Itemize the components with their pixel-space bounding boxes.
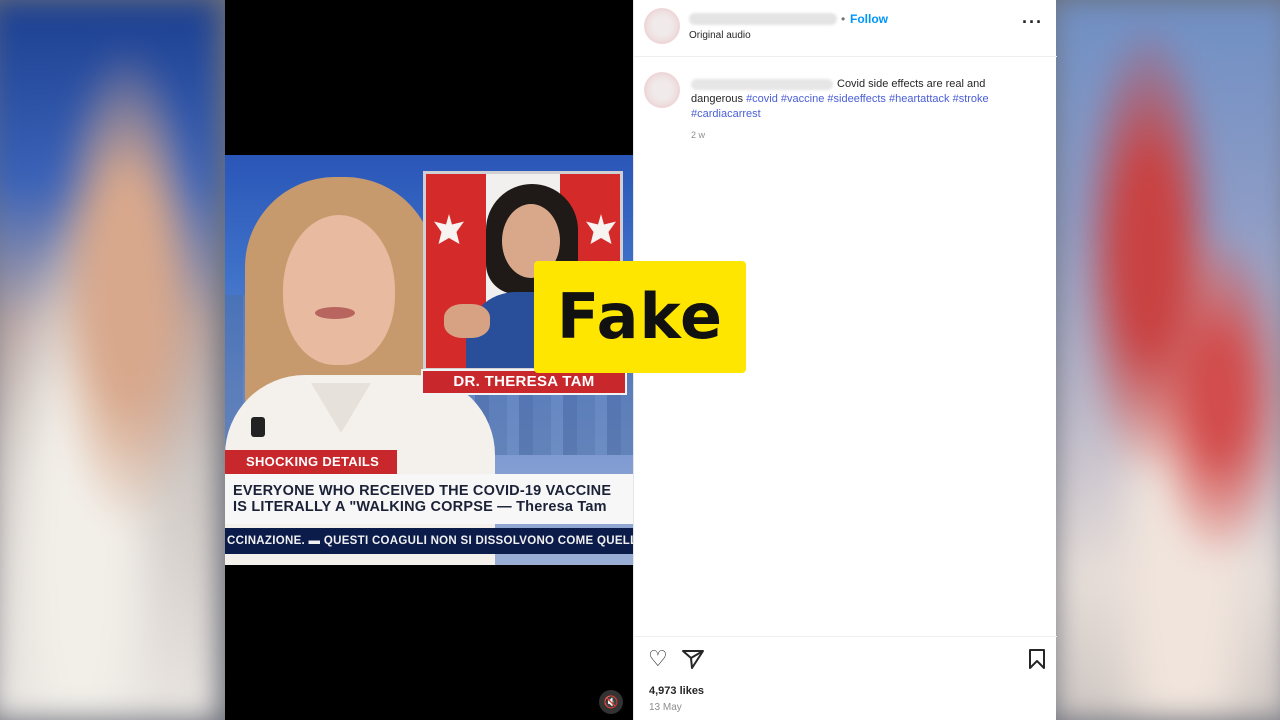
post-header: • Follow Original audio ··· [634,0,1057,57]
inset-person-hand [444,304,490,338]
audio-link[interactable]: Original audio [689,30,751,41]
anchor-lips [315,307,355,319]
headline-line-2: IS LITERALLY A "WALKING CORPSE — Theresa… [233,499,607,515]
action-bar: ♡ 4,973 likes 13 May [634,636,1057,720]
share-icon[interactable] [682,649,704,673]
follow-button[interactable]: Follow [850,12,888,26]
post-date: 13 May [649,702,682,713]
blurred-background-left [0,0,218,720]
username-redacted[interactable] [689,13,837,25]
mute-icon[interactable]: 🔇 [599,690,623,714]
likes-count[interactable]: 4,973 likes [649,685,704,697]
headline-line-1: EVERYONE WHO RECEIVED THE COVID-19 VACCI… [233,483,612,499]
hashtag[interactable]: #covid [746,93,778,105]
lapel-mic [251,417,265,437]
fake-stamp-label: Fake [556,280,724,353]
save-icon-svg [1029,649,1045,669]
post-age: 2 w [691,130,706,140]
caption: Covid side effects are real and dangerou… [691,77,1031,122]
caption-username-redacted[interactable] [691,78,833,90]
separator-dot: • [841,12,846,26]
news-tag: SHOCKING DETAILS [225,450,397,474]
news-headline: EVERYONE WHO RECEIVED THE COVID-19 VACCI… [225,474,633,524]
share-icon-svg [682,650,704,669]
hashtag[interactable]: #stroke [953,93,989,105]
hashtag[interactable]: #vaccine [781,93,824,105]
hashtag[interactable]: #sideeffects [827,93,886,105]
news-ticker: CCINAZIONE. ▬ QUESTI COAGULI NON SI DISS… [225,528,633,554]
save-icon[interactable] [1028,649,1046,673]
hashtag[interactable]: #heartattack [889,93,950,105]
blurred-background-right [1054,0,1280,720]
anchor-face [283,215,395,365]
hashtag[interactable]: #cardiacarrest [691,108,761,120]
caption-avatar[interactable] [644,72,680,108]
avatar[interactable] [644,8,680,44]
fake-stamp: Fake [534,261,746,373]
more-options-icon[interactable]: ··· [1022,12,1043,33]
like-icon[interactable]: ♡ [648,648,668,670]
